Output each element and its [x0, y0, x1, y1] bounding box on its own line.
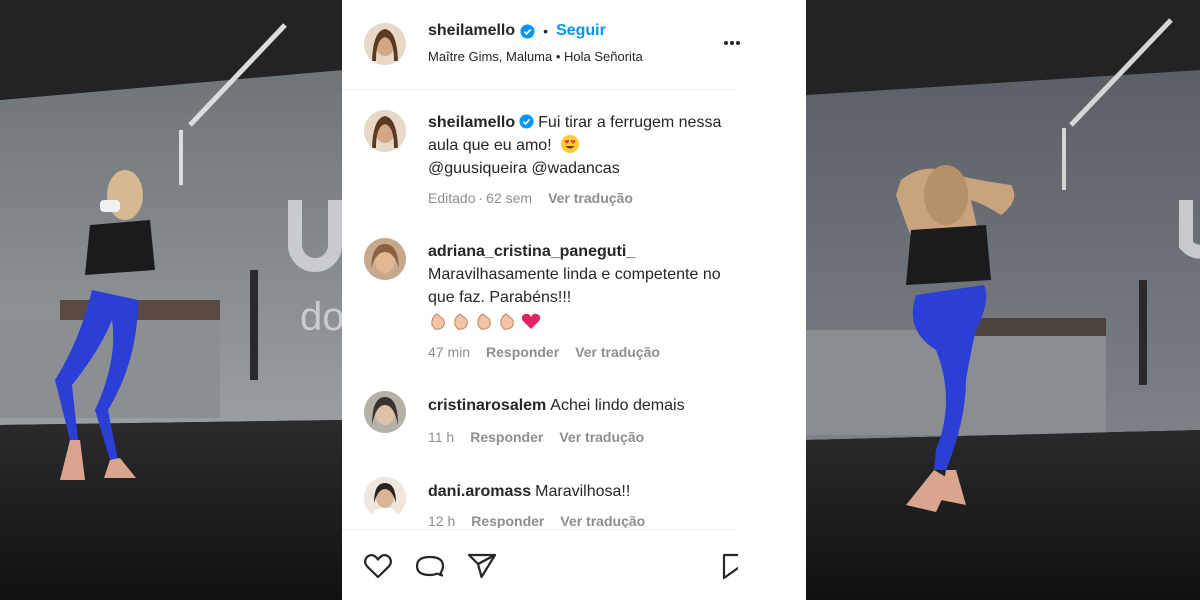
- video-frame-left[interactable]: do: [0, 0, 342, 600]
- meta-separator: ·: [478, 190, 484, 206]
- more-options-icon[interactable]: [724, 36, 740, 50]
- clap-emoji-icon: [474, 311, 496, 331]
- clap-emoji-icon: [451, 311, 473, 331]
- paper-plane-icon[interactable]: [466, 550, 498, 582]
- caption-username[interactable]: sheilamello: [428, 114, 515, 131]
- profile-photo-icon: [364, 23, 406, 65]
- dance-studio-scene-right: [806, 0, 1200, 600]
- translate-button[interactable]: Ver tradução: [575, 344, 660, 360]
- comment-username[interactable]: dani.aromass: [428, 483, 531, 500]
- verified-badge-icon: [520, 23, 535, 39]
- comment-text-block: adriana_cristina_paneguti_ Maravilhasame…: [428, 240, 728, 331]
- caption-time[interactable]: 62 sem: [486, 190, 532, 206]
- author-avatar[interactable]: [364, 23, 406, 65]
- caption-mentions[interactable]: @guusiqueira @wadancas: [428, 160, 620, 177]
- heart-eyes-emoji-icon: [560, 134, 580, 154]
- bookmark-icon[interactable]: [722, 550, 738, 582]
- comment-text: Maravilhasamente linda e competente no q…: [428, 266, 721, 306]
- dance-studio-scene-left: do: [0, 0, 342, 600]
- video-frame-right[interactable]: [806, 0, 1200, 600]
- commenter-avatar[interactable]: [364, 238, 406, 280]
- reply-button[interactable]: Responder: [486, 344, 559, 360]
- comment-meta: 47 min Responder Ver tradução: [428, 344, 676, 360]
- comment-text: Maravilhosa!!: [535, 483, 631, 500]
- translate-caption-button[interactable]: Ver tradução: [548, 190, 633, 206]
- separator-dot: •: [543, 23, 549, 39]
- red-heart-emoji-icon: [520, 311, 542, 331]
- author-line: sheilamello • Seguir: [428, 22, 606, 40]
- comment-username[interactable]: adriana_cristina_paneguti_: [428, 243, 635, 260]
- verified-badge-icon: [519, 114, 534, 129]
- reply-button[interactable]: Responder: [470, 429, 543, 445]
- speech-bubble-icon[interactable]: [414, 550, 446, 582]
- audio-track-label[interactable]: Maître Gims, Maluma • Hola Señorita: [428, 49, 643, 64]
- profile-photo-icon: [364, 110, 406, 152]
- profile-photo-icon: [364, 477, 406, 519]
- comment-meta: 11 h Responder Ver tradução: [428, 429, 660, 445]
- edited-label: Editado: [428, 190, 476, 206]
- follow-button[interactable]: Seguir: [556, 22, 606, 40]
- translate-button[interactable]: Ver tradução: [559, 429, 644, 445]
- comments-list[interactable]: sheilamello Fui tirar a ferrugem nessa au…: [342, 91, 738, 528]
- author-username[interactable]: sheilamello: [428, 22, 515, 40]
- commenter-avatar[interactable]: [364, 391, 406, 433]
- comment-text-block: cristinarosalem Achei lindo demais: [428, 394, 728, 417]
- comment-meta: 12 h Responder Ver tradução: [428, 513, 661, 528]
- caption-meta: Editado · 62 sem Ver tradução: [428, 190, 649, 206]
- comment-text: Achei lindo demais: [550, 397, 685, 414]
- post-header: sheilamello • Seguir Maître Gims, Maluma…: [342, 0, 740, 90]
- clap-emoji-icon: [497, 311, 519, 331]
- comment-time[interactable]: 11 h: [428, 429, 454, 445]
- comment-time[interactable]: 47 min: [428, 344, 470, 360]
- svg-text:do: do: [300, 295, 342, 339]
- commenter-avatar[interactable]: [364, 477, 406, 519]
- comment-username[interactable]: cristinarosalem: [428, 397, 546, 414]
- heart-outline-icon[interactable]: [362, 550, 394, 582]
- profile-photo-icon: [364, 391, 406, 433]
- profile-photo-icon: [364, 238, 406, 280]
- post-actions-bar: [342, 530, 738, 600]
- emoji-row: [428, 311, 728, 331]
- translate-button[interactable]: Ver tradução: [560, 513, 645, 528]
- instagram-post-panel: sheilamello • Seguir Maître Gims, Maluma…: [342, 0, 806, 600]
- caption-avatar[interactable]: [364, 110, 406, 152]
- comment-time[interactable]: 12 h: [428, 513, 455, 528]
- caption-text-block: sheilamello Fui tirar a ferrugem nessa au…: [428, 111, 728, 180]
- comment-text-block: dani.aromass Maravilhosa!!: [428, 480, 728, 503]
- reply-button[interactable]: Responder: [471, 513, 544, 528]
- clap-emoji-icon: [428, 311, 450, 331]
